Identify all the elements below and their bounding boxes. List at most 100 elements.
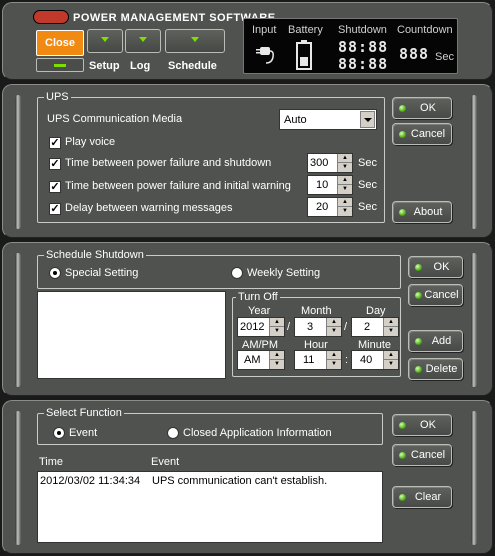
message-delay-label: Delay between warning messages (65, 202, 233, 214)
comm-media-select[interactable]: Auto (279, 109, 377, 130)
message-delay-checkbox[interactable]: ✓ (49, 203, 61, 215)
minute-stepper[interactable]: 40 ▲ ▼ (351, 350, 399, 370)
event-radio-label: Event (69, 427, 98, 439)
year-stepper[interactable]: 2012 ▲ ▼ (237, 317, 285, 337)
function-cancel-label: Cancel (410, 449, 446, 461)
month-value: 3 (307, 321, 314, 333)
delete-label: Delete (425, 363, 458, 375)
time-separator: : (345, 354, 349, 366)
schedule-list[interactable] (37, 291, 226, 379)
led-icon (399, 452, 406, 459)
chevron-down-icon (101, 37, 109, 42)
stepper-arrows[interactable]: ▲ ▼ (383, 351, 398, 369)
month-stepper[interactable]: 3 ▲ ▼ (294, 317, 342, 337)
input-caption: Input (252, 24, 277, 36)
schedule-panel: Schedule Shutdown Special Setting Weekly… (2, 242, 493, 396)
ups-cancel-button[interactable]: Cancel (392, 123, 452, 145)
hour-stepper[interactable]: 11 ▲ ▼ (294, 350, 342, 370)
message-delay-unit: Sec (358, 201, 377, 213)
tab-schedule[interactable] (165, 29, 225, 53)
column-header-event: Event (151, 456, 180, 468)
chevron-down-icon (139, 37, 147, 42)
comm-media-label: UPS Communication Media (47, 113, 183, 125)
status-display: Input Battery Shutdown Countdown 88:88 8… (243, 18, 458, 74)
stepper-arrows[interactable]: ▲ ▼ (383, 318, 398, 336)
delete-button[interactable]: Delete (408, 358, 463, 380)
stepper-arrows[interactable]: ▲ ▼ (326, 318, 341, 336)
led-icon (415, 338, 422, 345)
led-icon (399, 105, 406, 112)
led-icon (415, 366, 422, 373)
closed-app-label: Closed Application Information (183, 427, 332, 439)
schedule-cancel-label: Cancel (424, 289, 459, 301)
stepper-arrows[interactable]: ▲ ▼ (337, 176, 352, 194)
chevron-down-icon[interactable] (360, 111, 375, 128)
countdown-caption: Countdown (397, 24, 453, 36)
add-label: Add (431, 335, 452, 347)
shutdown-delay-checkbox[interactable]: ✓ (49, 158, 61, 170)
shutdown-time-bottom: 88:88 (338, 55, 389, 73)
date-separator: / (344, 321, 348, 333)
app-logo (33, 10, 69, 24)
stepper-arrows[interactable]: ▲ ▼ (269, 318, 284, 336)
hour-value: 11 (303, 354, 315, 366)
tab-log[interactable] (125, 29, 161, 53)
event-log-list[interactable]: 2012/03/02 11:34:34 UPS communication ca… (37, 471, 383, 543)
tab-schedule-label: Schedule (168, 60, 217, 72)
year-value: 2012 (240, 321, 265, 333)
add-button[interactable]: Add (408, 330, 463, 352)
year-label: Year (248, 305, 271, 317)
schedule-ok-button[interactable]: OK (408, 256, 463, 278)
stepper-arrows[interactable]: ▲ ▼ (269, 351, 284, 369)
log-time: 2012/03/02 11:34:34 (40, 475, 141, 487)
close-button[interactable]: Close (36, 30, 84, 56)
about-label: About (413, 206, 443, 218)
right-rail (471, 95, 477, 229)
stepper-arrows[interactable]: ▲ ▼ (326, 351, 341, 369)
tab-setup-label: Setup (89, 60, 120, 72)
ampm-value: AM (244, 354, 261, 366)
left-rail (15, 411, 21, 545)
about-button[interactable]: About (392, 201, 452, 223)
plug-icon (256, 47, 274, 64)
warning-delay-unit: Sec (358, 179, 377, 191)
function-ok-button[interactable]: OK (392, 414, 452, 436)
right-rail (471, 411, 477, 545)
weekly-setting-radio[interactable] (231, 267, 243, 279)
event-radio[interactable] (53, 427, 65, 439)
led-icon (415, 264, 422, 271)
minimize-button[interactable] (36, 58, 84, 72)
close-label: Close (45, 37, 75, 49)
stepper-arrows[interactable]: ▲ ▼ (337, 154, 352, 172)
clear-button[interactable]: Clear (392, 486, 452, 508)
play-voice-checkbox[interactable]: ✓ (49, 137, 61, 149)
column-header-time: Time (39, 456, 64, 468)
message-delay-stepper[interactable]: 20 ▲ ▼ (307, 197, 353, 217)
stepper-arrows[interactable]: ▲ ▼ (337, 198, 352, 216)
shutdown-delay-stepper[interactable]: 300 ▲ ▼ (307, 153, 353, 173)
ampm-stepper[interactable]: AM ▲ ▼ (237, 350, 285, 370)
shutdown-time-top: 88:88 (338, 38, 389, 56)
weekly-setting-label: Weekly Setting (247, 267, 321, 279)
turnoff-group-title: Turn Off (236, 291, 280, 303)
day-stepper[interactable]: 2 ▲ ▼ (351, 317, 399, 337)
special-setting-radio[interactable] (49, 267, 61, 279)
minute-value: 40 (360, 354, 373, 366)
right-rail (471, 253, 477, 387)
function-cancel-button[interactable]: Cancel (392, 444, 452, 466)
schedule-cancel-button[interactable]: Cancel (408, 284, 463, 306)
led-icon (399, 209, 406, 216)
closed-app-radio[interactable] (167, 427, 179, 439)
table-row[interactable]: 2012/03/02 11:34:34 UPS communication ca… (40, 475, 380, 489)
function-ok-label: OK (420, 419, 436, 431)
tab-setup[interactable] (87, 29, 123, 53)
warning-delay-checkbox[interactable]: ✓ (49, 181, 61, 193)
left-rail (15, 253, 21, 387)
ups-cancel-label: Cancel (410, 128, 446, 140)
ups-ok-button[interactable]: OK (392, 97, 452, 119)
day-value: 2 (364, 321, 371, 333)
message-delay-value: 20 (316, 201, 329, 213)
warning-delay-stepper[interactable]: 10 ▲ ▼ (307, 175, 353, 195)
ups-panel: UPS UPS Communication Media Auto ✓ Play … (2, 84, 493, 238)
month-label: Month (301, 305, 332, 317)
